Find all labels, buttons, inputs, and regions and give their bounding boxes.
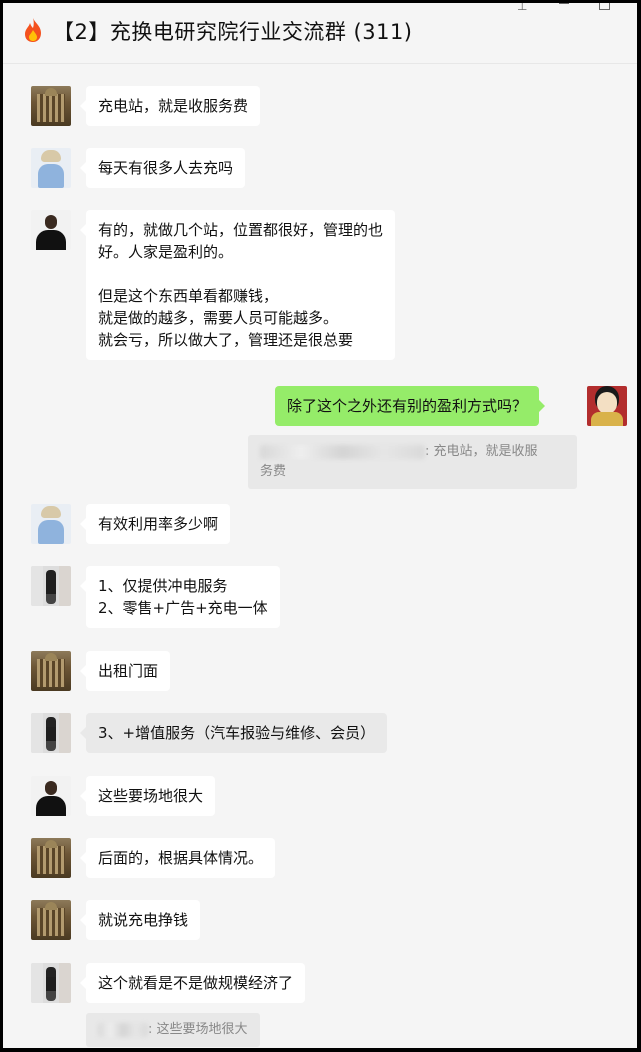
message-list[interactable]: 充电站，就是收服务费 每天有很多人去充吗 有的，就做几个站，位置都很好，管理的也… (3, 64, 637, 1048)
fire-icon (25, 18, 41, 42)
avatar[interactable] (31, 148, 71, 188)
avatar[interactable] (31, 651, 71, 691)
blurred-name (260, 444, 425, 459)
blurred-name (98, 1022, 148, 1037)
message-bubble[interactable]: 充电站，就是收服务费 (79, 86, 261, 126)
message-bubble-self[interactable]: 除了这个之外还有别的盈利方式吗？ (275, 386, 546, 426)
message-bubble[interactable]: 就说充电挣钱 (79, 900, 201, 940)
chat-title: 【2】充换电研究院行业交流群 (311) (53, 20, 413, 44)
avatar[interactable] (31, 86, 71, 126)
avatar[interactable] (31, 713, 71, 753)
avatar[interactable] (31, 838, 71, 878)
avatar[interactable] (31, 504, 71, 544)
message-bubble[interactable]: 1、仅提供冲电服务 2、零售+广告+充电一体 (80, 566, 280, 628)
avatar[interactable] (31, 963, 71, 1003)
quoted-message[interactable]: : 这些要场地很大 (86, 1013, 260, 1047)
message-bubble[interactable]: 这个就看是不是做规模经济了 (79, 963, 306, 1003)
avatar-self[interactable] (587, 386, 627, 426)
maximize-icon[interactable] (599, 3, 610, 10)
avatar[interactable] (31, 776, 71, 816)
message-bubble[interactable]: 出租门面 (79, 651, 171, 691)
pin-icon[interactable]: ⊥ (517, 3, 527, 13)
title-bar: 【2】充换电研究院行业交流群 (311) ⊥ (3, 3, 637, 64)
message-bubble[interactable]: 每天有很多人去充吗 (79, 148, 246, 188)
avatar[interactable] (31, 210, 71, 250)
quoted-message[interactable]: : 充电站，就是收服 务费 (248, 435, 577, 489)
avatar[interactable] (31, 900, 71, 940)
message-bubble[interactable]: 这些要场地很大 (79, 776, 216, 816)
message-bubble[interactable]: 3、+增值服务（汽车报验与维修、会员） (79, 713, 388, 753)
message-bubble[interactable]: 后面的，根据具体情况。 (79, 838, 276, 878)
chat-window: 【2】充换电研究院行业交流群 (311) ⊥ 充电站，就是收服务费 每天有很多人… (3, 3, 637, 1048)
minimize-icon[interactable] (559, 3, 569, 4)
message-bubble[interactable]: 有的，就做几个站，位置都很好，管理的也 好。人家是盈利的。 但是这个东西单看都赚… (79, 210, 396, 360)
avatar[interactable] (31, 566, 71, 606)
message-bubble[interactable]: 有效利用率多少啊 (79, 504, 231, 544)
quoted-text: : 这些要场地很大 (148, 1022, 248, 1037)
